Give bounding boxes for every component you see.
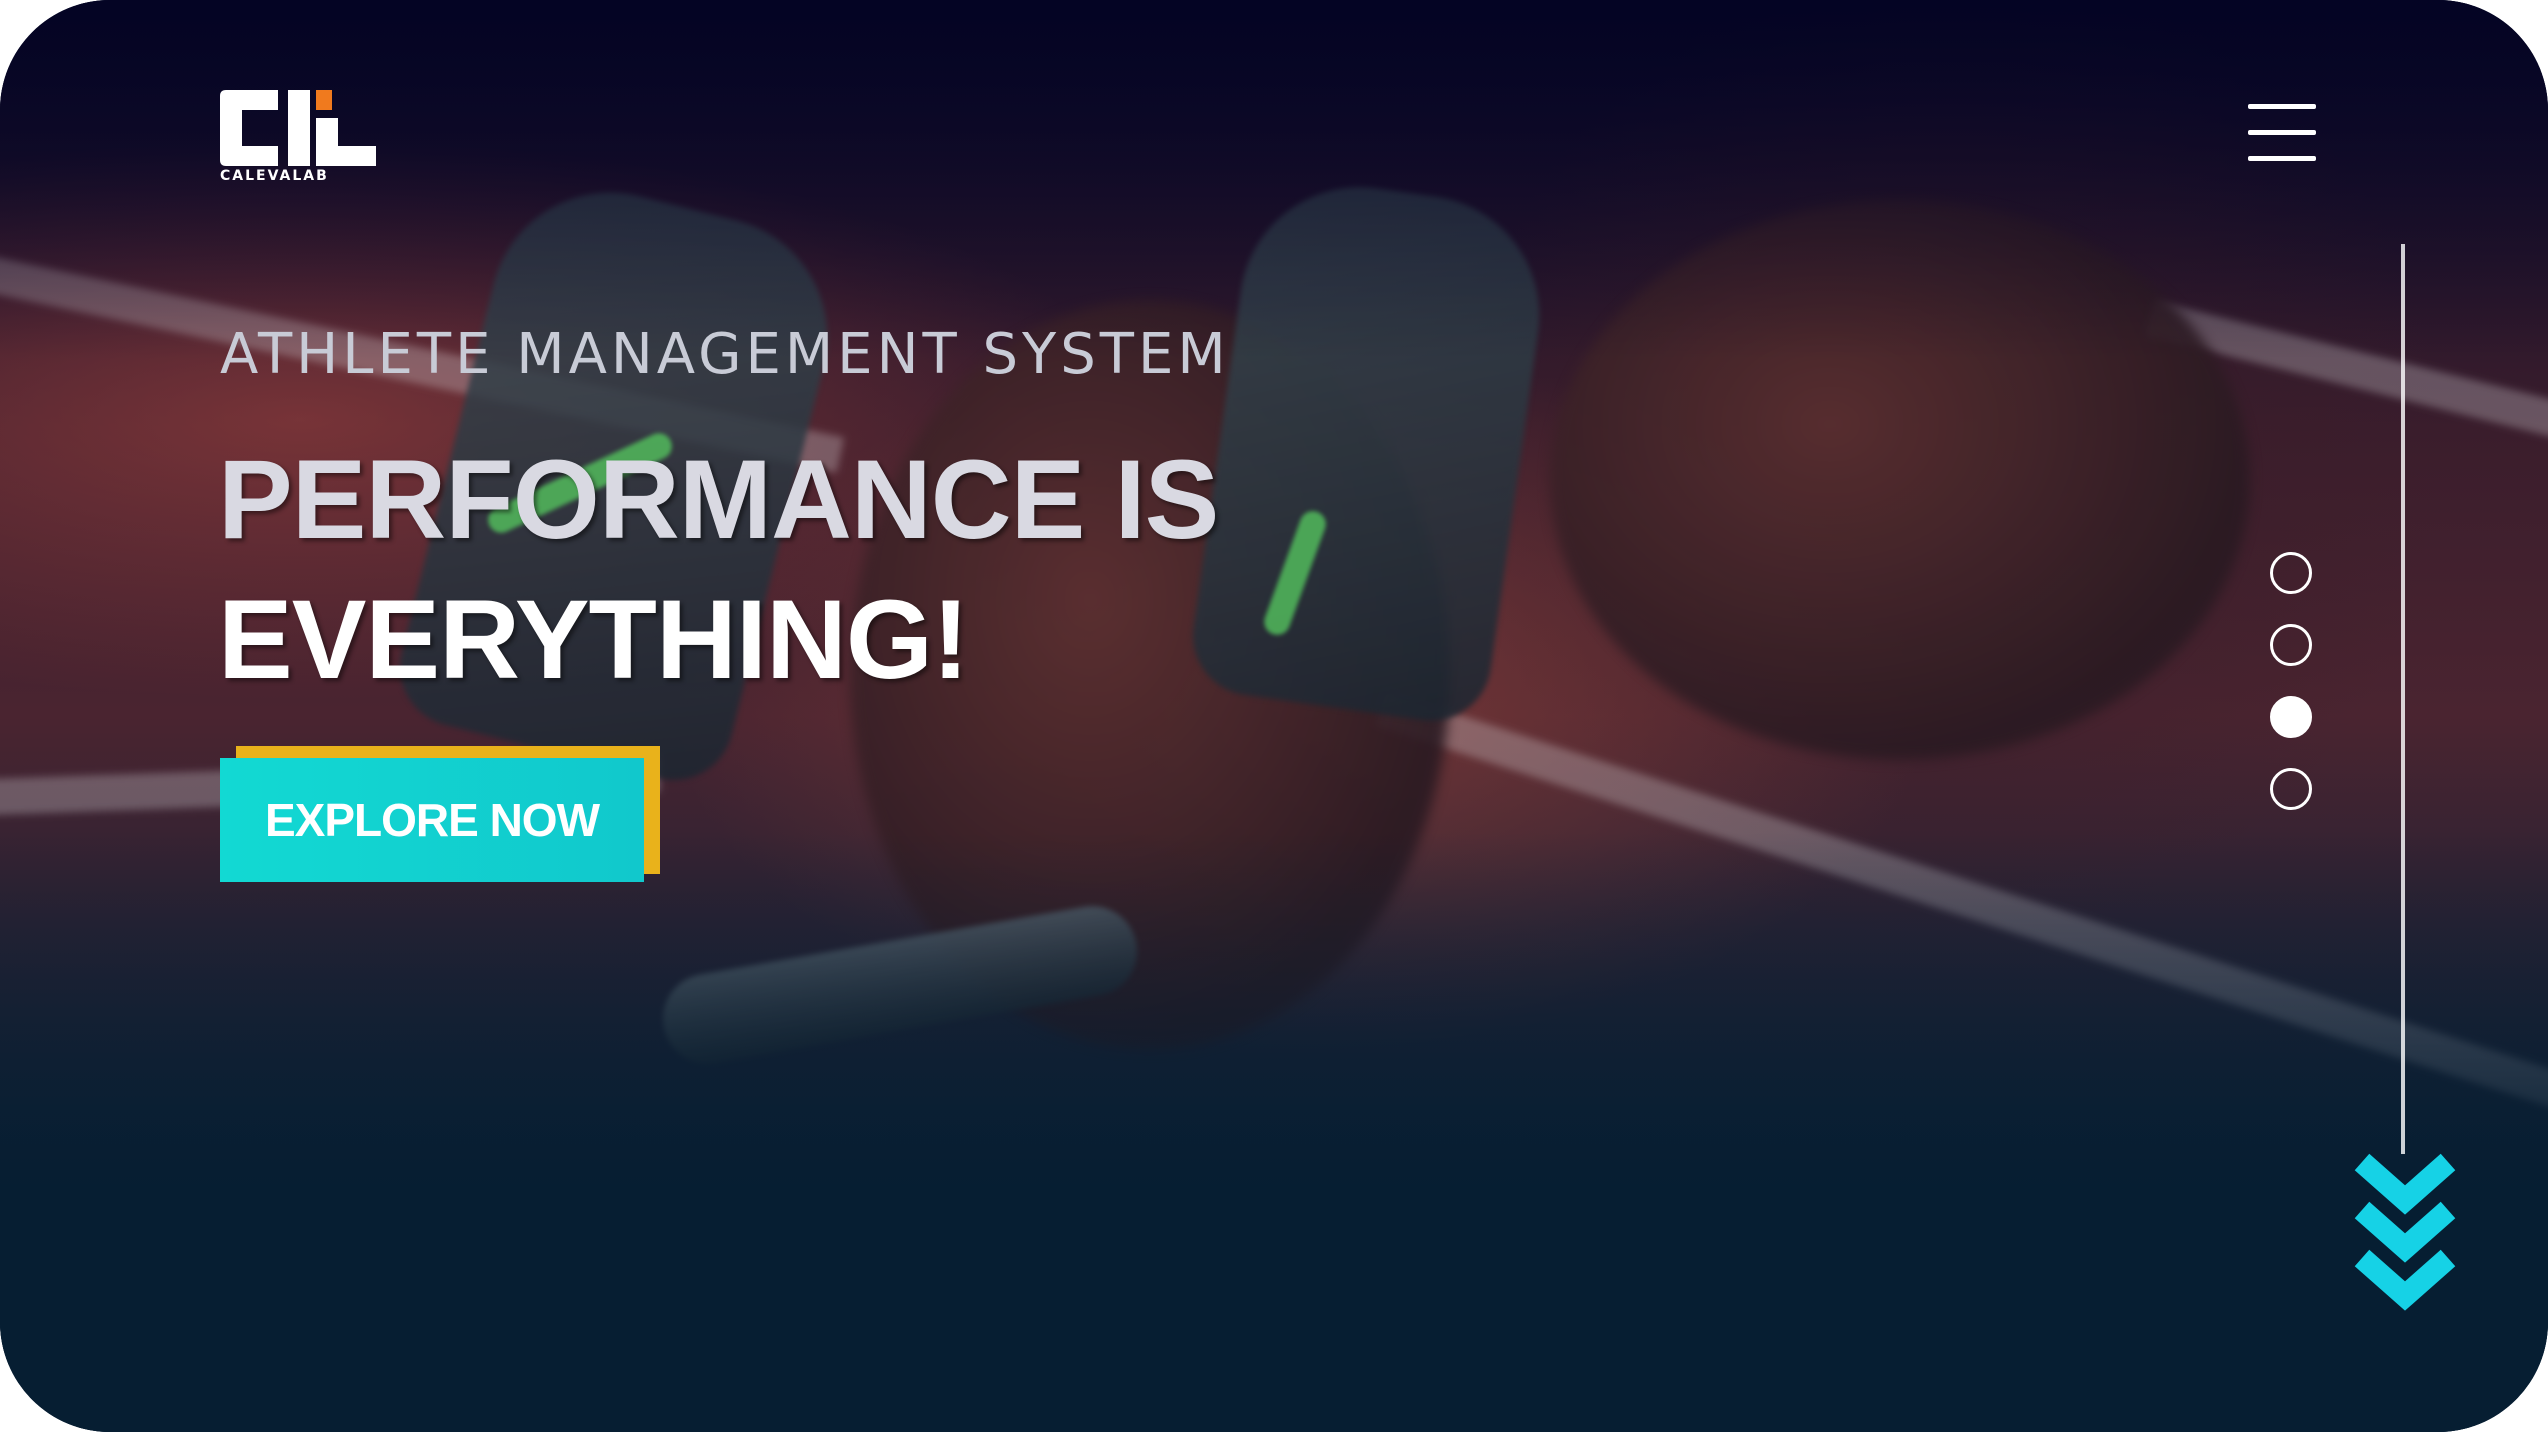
slide-dot-2[interactable]	[2270, 624, 2312, 666]
bottom-shade	[0, 832, 2548, 1432]
scroll-down-button[interactable]	[2350, 1150, 2460, 1320]
vertical-divider	[2401, 244, 2405, 1154]
slide-dot-1[interactable]	[2270, 552, 2312, 594]
slide-pagination	[2270, 552, 2320, 822]
brand-name: CALEVALAB	[220, 168, 329, 184]
hero-section: CALEVALAB ATHLETE MANAGEMENT SYSTEM PERF…	[0, 0, 2548, 1432]
headline-line-2: EVERYTHING!	[218, 577, 969, 702]
menu-button[interactable]	[2248, 104, 2318, 162]
top-shade	[0, 0, 2548, 360]
calevalab-logo-icon	[220, 90, 376, 166]
hero-headline: PERFORMANCE IS EVERYTHING!	[218, 430, 1318, 710]
hero-kicker: ATHLETE MANAGEMENT SYSTEM	[220, 322, 1230, 387]
triple-chevron-down-icon	[2354, 1153, 2456, 1311]
slide-dot-4[interactable]	[2270, 768, 2312, 810]
slide-dot-3[interactable]	[2270, 696, 2312, 738]
headline-line-1: PERFORMANCE IS	[218, 437, 1219, 562]
explore-now-button[interactable]: EXPLORE NOW	[220, 758, 644, 882]
brand-logo[interactable]: CALEVALAB	[220, 90, 376, 190]
